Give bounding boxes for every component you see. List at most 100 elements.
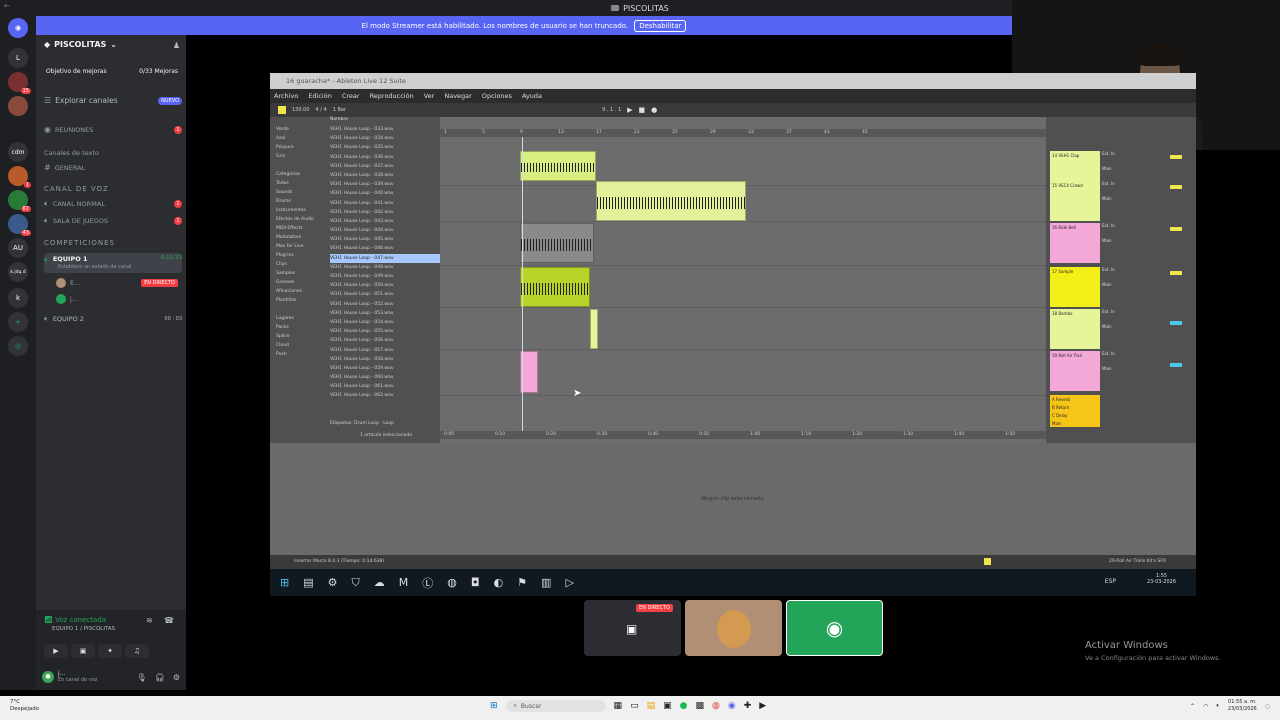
shield-icon[interactable]: ⛉ xyxy=(352,576,360,590)
play-icon[interactable]: ▶ xyxy=(627,106,632,114)
browser-file-item[interactable]: VEH1 House Loop - 051.wav xyxy=(330,290,440,299)
track-header[interactable]: 15 VEC4 Crowd xyxy=(1050,181,1100,221)
playhead[interactable] xyxy=(522,137,523,431)
return-track[interactable]: B Return xyxy=(1050,403,1100,411)
browser-file-item[interactable]: VEH1 House Loop - 049.wav xyxy=(330,272,440,281)
browser-category[interactable] xyxy=(276,161,328,170)
browser-category[interactable]: Plug-Ins xyxy=(276,251,328,260)
notification-icon[interactable]: ◌ xyxy=(1265,703,1270,710)
track-header[interactable]: 16 Ride Bell xyxy=(1050,223,1100,263)
browser-category[interactable]: Lugares xyxy=(276,314,328,323)
remote-clock[interactable]: 1:55 23-03-2026 xyxy=(1147,573,1176,585)
audio-clip[interactable] xyxy=(596,181,746,221)
channel-sala-juegos[interactable]: 🔈︎ SALA DE JUEGOS 1 xyxy=(44,216,182,226)
record-icon[interactable]: ● xyxy=(651,106,657,114)
browser-file-item[interactable]: VEH1 House Loop - 044.wav xyxy=(330,226,440,235)
guild-k[interactable]: k xyxy=(8,288,28,308)
folder-icon[interactable]: ▤ xyxy=(303,576,313,589)
browser-category[interactable]: Efectos de Audio xyxy=(276,215,328,224)
task-view-icon[interactable]: ▭ xyxy=(630,701,639,711)
track-header[interactable]: 17 Sample xyxy=(1050,267,1100,307)
cloud-icon[interactable]: ☁ xyxy=(374,576,385,589)
language-indicator[interactable]: ESP xyxy=(1105,578,1116,585)
participant-thumbnail[interactable] xyxy=(685,600,782,656)
browser-category[interactable]: Todos xyxy=(276,179,328,188)
browser-file-item[interactable]: VEH1 House Loop - 034.wav xyxy=(330,134,440,143)
browser-category[interactable]: Verde xyxy=(276,125,328,134)
browser-file-item[interactable]: VEH1 House Loop - 046.wav xyxy=(330,244,440,253)
browser-file-item[interactable]: VEH1 House Loop - 054.wav xyxy=(330,318,440,327)
menu-ayuda[interactable]: Ayuda xyxy=(522,92,542,100)
track-header[interactable]: 19 Roll Air Trail xyxy=(1050,351,1100,391)
channel-equipo-1[interactable]: 🔈︎ EQUIPO 1 6:15:23 xyxy=(44,253,182,273)
windows-start-icon[interactable]: ⊞ xyxy=(490,701,498,711)
browser-file-item[interactable]: VEH1 House Loop - 047.wav xyxy=(330,253,440,263)
browser-file-item[interactable]: VEH1 House Loop - 033.wav xyxy=(330,125,440,134)
browser-category[interactable]: Packs xyxy=(276,323,328,332)
windows-start-icon[interactable]: ⊞ xyxy=(280,576,289,589)
voice-member-1[interactable]: E... EN DIRECTO xyxy=(56,278,178,288)
channel-general[interactable]: # GENERAL xyxy=(44,163,182,172)
file-explorer-icon[interactable]: ▤ xyxy=(647,701,656,711)
track-io[interactable]: Ext. In Main xyxy=(1102,181,1192,221)
browser-file-item[interactable]: VEH1 House Loop - 038.wav xyxy=(330,171,440,180)
guild-kjdq[interactable]: k.jdq.d xyxy=(8,262,28,282)
menu-edicion[interactable]: Edición xyxy=(308,92,332,100)
back-icon[interactable]: ← xyxy=(4,2,10,10)
track-io[interactable]: Ext. In Main xyxy=(1102,309,1192,349)
discord-icon[interactable]: ◉ xyxy=(728,701,736,711)
browser-category[interactable]: Grooves xyxy=(276,278,328,287)
guild-6[interactable]: 67 xyxy=(8,190,31,212)
terminal-icon[interactable]: ▩ xyxy=(695,701,704,711)
track-io[interactable]: Ext. In Main xyxy=(1102,223,1192,263)
spotify-icon[interactable]: ● xyxy=(680,701,688,711)
browser-category[interactable]: Púrpura xyxy=(276,143,328,152)
position-value[interactable]: 9 . 1 . 1 xyxy=(602,107,621,113)
channel-canal-normal[interactable]: 🔈︎ CANAL NORMAL 1 xyxy=(44,199,182,209)
browser-category[interactable] xyxy=(276,305,328,314)
menu-archivo[interactable]: Archivo xyxy=(274,92,298,100)
boost-goal[interactable]: Objetivo de mejoras 0/33 Mejoras xyxy=(46,68,178,75)
voice-connected-status[interactable]: 📶︎ Voz conectada xyxy=(44,616,106,624)
text-channels-category[interactable]: Canales de texto xyxy=(44,149,99,157)
browser-file-item[interactable]: VEH1 House Loop - 062.wav xyxy=(330,391,440,400)
browser-icon[interactable]: ◐ xyxy=(494,576,504,589)
chrome-icon[interactable]: ◍ xyxy=(447,576,457,589)
return-track[interactable]: A Reverb xyxy=(1050,395,1100,403)
audio-clip[interactable] xyxy=(520,267,590,307)
main-track[interactable]: Main xyxy=(1050,419,1100,427)
tray-overflow-icon[interactable]: ⌃ xyxy=(1190,703,1195,710)
voice-category[interactable]: CANAL DE VOZ xyxy=(44,185,109,193)
time-signature[interactable]: 4 / 4 xyxy=(316,107,327,113)
track-header[interactable]: 18 Bombo xyxy=(1050,309,1100,349)
instagram-icon[interactable]: ◘ xyxy=(471,576,480,589)
invite-icon[interactable]: ♟ xyxy=(173,41,180,50)
guild-l[interactable]: L xyxy=(8,48,28,68)
browser-category[interactable]: Samples xyxy=(276,269,328,278)
explore-channels[interactable]: ☰ Explorar canales NUEVO xyxy=(44,96,182,105)
media-icon[interactable]: ▷ xyxy=(565,576,573,589)
browser-category[interactable]: Clips xyxy=(276,260,328,269)
menu-navegar[interactable]: Navegar xyxy=(444,92,471,100)
browser-file-item[interactable]: VEH1 House Loop - 037.wav xyxy=(330,162,440,171)
disable-streamer-button[interactable]: Deshabilitar xyxy=(634,19,687,32)
browser-category[interactable]: Sounds xyxy=(276,188,328,197)
browser-file-item[interactable]: VEH1 House Loop - 040.wav xyxy=(330,189,440,198)
channel-status[interactable]: Establece un estado de canal xyxy=(58,264,158,270)
channel-reuniones[interactable]: ◉ REUNIONES 1 xyxy=(44,125,182,134)
browser-file-item[interactable]: VEH1 House Loop - 061.wav xyxy=(330,382,440,391)
browser-file-item[interactable]: VEH1 House Loop - 053.wav xyxy=(330,309,440,318)
camera-button[interactable]: ▶ xyxy=(44,644,68,658)
settings-icon[interactable]: ⚙ xyxy=(328,576,338,589)
mail-icon[interactable]: M xyxy=(399,576,409,589)
menu-opciones[interactable]: Opciones xyxy=(482,92,512,100)
browser-file-item[interactable]: VEH1 House Loop - 039.wav xyxy=(330,180,440,189)
browser-category[interactable]: Splice xyxy=(276,332,328,341)
weather-widget[interactable]: 7°C Despejado xyxy=(10,699,39,713)
menu-ver[interactable]: Ver xyxy=(424,92,435,100)
stream-thumbnail-daw[interactable]: EN DIRECTO ▣ xyxy=(584,600,681,656)
browser-file-item[interactable]: VEH1 House Loop - 042.wav xyxy=(330,208,440,217)
guild-2[interactable]: 15 xyxy=(8,72,31,94)
add-server-icon[interactable]: + xyxy=(8,312,28,332)
taskbar-clock[interactable]: 01:55 a. m. 23/03/2026 xyxy=(1228,699,1257,713)
